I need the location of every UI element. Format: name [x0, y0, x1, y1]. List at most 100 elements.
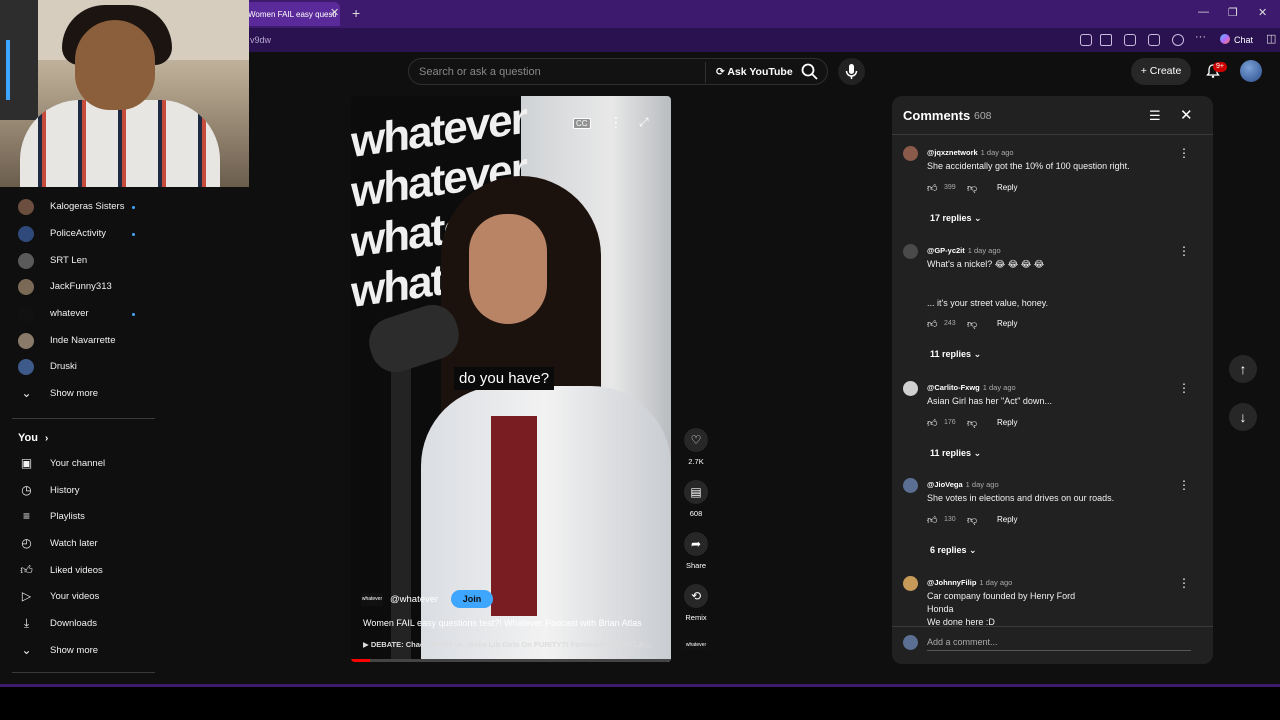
sidebar-subscription-item[interactable]: SRT Len — [18, 251, 158, 271]
new-tab-icon[interactable]: + — [352, 5, 360, 21]
you-section-heading[interactable]: You › — [18, 432, 48, 444]
subscription-name: Druski — [50, 361, 77, 372]
close-icon[interactable]: ✕ — [1180, 106, 1193, 124]
sound-channel-thumbnail[interactable]: whatever — [684, 640, 708, 650]
sidebar-subscription-item[interactable]: whatever — [18, 304, 158, 324]
sidebar-item-playlists[interactable]: ≡ Playlists — [18, 507, 158, 527]
url-text[interactable]: v9dw — [250, 35, 271, 45]
thumbs-up-icon[interactable]: 👍︎ — [927, 417, 937, 429]
channel-handle[interactable]: @whatever — [390, 594, 438, 605]
previous-short-button[interactable]: ↑ — [1229, 355, 1257, 383]
view-replies-button[interactable]: 11 replies ⌄ — [930, 448, 981, 459]
comment-menu-icon[interactable]: ⋮ — [1178, 244, 1190, 258]
browser-tab[interactable]: Women FAIL easy questi — [240, 2, 340, 26]
video-progress-bar[interactable] — [351, 659, 671, 662]
sidebar-subscription-item[interactable]: JackFunny313 — [18, 277, 158, 297]
account-avatar[interactable] — [1240, 60, 1262, 82]
comment-menu-icon[interactable]: ⋮ — [1178, 381, 1190, 395]
favorite-icon[interactable] — [1100, 34, 1112, 46]
channel-avatar[interactable]: whatever — [361, 593, 383, 606]
ask-youtube-button[interactable]: ⟳ Ask YouTube — [705, 62, 803, 83]
comments-action[interactable]: ▤ 608 — [684, 480, 708, 518]
download-icon: ⤓ — [23, 616, 30, 630]
comment-author[interactable]: @JioVega 1 day ago — [927, 480, 999, 489]
tab-close-icon[interactable]: ✕ — [330, 6, 339, 19]
avatar[interactable] — [903, 478, 918, 493]
sort-icon[interactable]: ☰ — [1149, 108, 1161, 124]
comment-icon[interactable]: ▤ — [684, 480, 708, 504]
thumbs-up-icon[interactable]: 👍︎ — [927, 182, 937, 194]
like-action[interactable]: ♡ 2.7K — [684, 428, 708, 466]
sidebar-toggle-icon[interactable]: ◫ — [1266, 32, 1276, 45]
add-comment-input[interactable]: Add a comment... — [927, 637, 1191, 651]
more-icon[interactable]: ··· — [1195, 31, 1206, 43]
minimize-icon[interactable]: — — [1198, 6, 1209, 18]
thumbs-down-icon[interactable]: 👎︎ — [967, 417, 977, 429]
reply-button[interactable]: Reply — [997, 183, 1017, 192]
thumbs-up-icon[interactable]: 👍︎ — [927, 514, 937, 526]
fullscreen-icon[interactable]: ⤢ — [639, 115, 649, 130]
sidebar-subscription-item[interactable]: Inde Navarrette — [18, 331, 158, 351]
thumbs-up-icon[interactable]: 👍︎ — [927, 318, 937, 330]
search-icon[interactable] — [800, 62, 820, 82]
remix-action[interactable]: ⟲ Remix — [684, 584, 708, 622]
sidebar-item-your-videos[interactable]: ▷ Your videos — [18, 587, 158, 607]
short-video-player[interactable]: whatever whatever whatever whatever CC ⋮… — [351, 96, 671, 662]
sidebar-subscription-item[interactable]: Druski — [18, 357, 158, 377]
comment-author[interactable]: @GP-yc2it 1 day ago — [927, 246, 1001, 255]
captions-button[interactable]: CC — [573, 118, 591, 129]
remix-icon[interactable]: ⟲ — [684, 584, 708, 608]
search-input[interactable]: Search or ask a question — [419, 66, 541, 78]
favorites-icon[interactable] — [1148, 34, 1160, 46]
comment-menu-icon[interactable]: ⋮ — [1178, 576, 1190, 590]
thumbs-down-icon[interactable]: 👎︎ — [967, 514, 977, 526]
view-replies-button[interactable]: 11 replies ⌄ — [930, 349, 981, 360]
create-button[interactable]: + Create — [1131, 58, 1191, 85]
show-more-subscriptions[interactable]: ⌄ Show more — [18, 384, 158, 404]
next-short-button[interactable]: ↓ — [1229, 403, 1257, 431]
show-more-you[interactable]: ⌄ Show more — [18, 641, 158, 661]
share-icon[interactable]: ➦ — [684, 532, 708, 556]
share-action[interactable]: ➦ Share — [684, 532, 708, 570]
search-box[interactable]: Search or ask a question ⟳ Ask YouTube — [408, 58, 828, 85]
comment-text: Car company founded by Henry Ford Honda … — [927, 591, 1076, 627]
extension-icon[interactable] — [1124, 34, 1136, 46]
avatar[interactable] — [903, 244, 918, 259]
comment-author[interactable]: @jqxznetwork 1 day ago — [927, 148, 1014, 157]
window-close-icon[interactable]: ✕ — [1258, 6, 1267, 19]
show-more-label: Show more — [50, 388, 99, 399]
reply-button[interactable]: Reply — [997, 319, 1017, 328]
reply-button[interactable]: Reply — [997, 515, 1017, 524]
comment-menu-icon[interactable]: ⋮ — [1178, 478, 1190, 492]
chat-button[interactable]: Chat — [1220, 34, 1253, 45]
comment-menu-icon[interactable]: ⋮ — [1178, 146, 1190, 160]
thumbs-down-icon[interactable]: 👎︎ — [967, 318, 977, 330]
sidebar-item-watch-later[interactable]: ◴ Watch later — [18, 534, 158, 554]
sidebar-item-liked-videos[interactable]: 👍︎ Liked videos — [18, 561, 158, 581]
app-icon[interactable] — [1080, 34, 1092, 46]
voice-search-button[interactable] — [838, 58, 865, 85]
thumbs-down-icon[interactable]: 👎︎ — [967, 182, 977, 194]
reply-button[interactable]: Reply — [997, 418, 1017, 427]
heart-icon[interactable]: ♡ — [684, 428, 708, 452]
sidebar-item-your-channel[interactable]: ▣ Your channel — [18, 454, 158, 474]
channel-avatar — [18, 226, 34, 242]
sidebar-subscription-item[interactable]: Kalogeras Sisters — [18, 197, 158, 217]
comment-author[interactable]: @Carlito-Fxwg 1 day ago — [927, 383, 1016, 392]
channel-avatar — [18, 253, 34, 269]
view-replies-button[interactable]: 17 replies ⌄ — [930, 213, 982, 224]
video-more-icon[interactable]: ⋮ — [609, 114, 623, 131]
video-title[interactable]: Women FAIL easy questions test?! Whateve… — [363, 618, 642, 628]
avatar[interactable] — [903, 146, 918, 161]
sidebar-item-history[interactable]: ◷ History — [18, 481, 158, 501]
profile-icon[interactable] — [1172, 34, 1184, 46]
avatar[interactable] — [903, 381, 918, 396]
view-replies-button[interactable]: 6 replies ⌄ — [930, 545, 977, 556]
sidebar-item-downloads[interactable]: ⤓ Downloads — [18, 614, 158, 634]
join-button[interactable]: Join — [451, 590, 493, 608]
restore-icon[interactable]: ❐ — [1228, 6, 1238, 19]
avatar[interactable] — [903, 576, 918, 591]
sidebar-subscription-item[interactable]: PoliceActivity — [18, 224, 158, 244]
comment-author[interactable]: @JohnnyFilip 1 day ago — [927, 578, 1012, 587]
related-video-link[interactable]: ▶ DEBATE: Chad VIRGIN vs. Woke Lib Girls… — [363, 640, 652, 649]
